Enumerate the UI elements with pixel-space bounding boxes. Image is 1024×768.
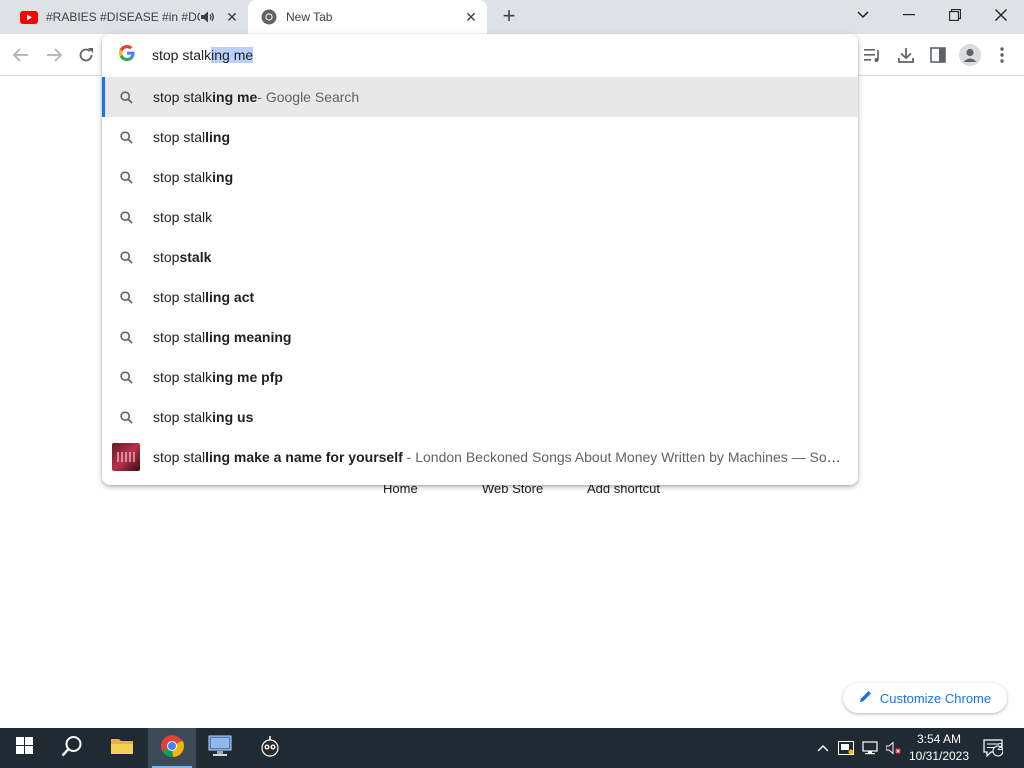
suggestion-bold-text: stalk [179,249,212,265]
omnibox-input[interactable]: stop stalk ing me [102,34,858,76]
speaker-icon[interactable] [200,9,216,25]
windows-taskbar: 3:54 AM 10/31/2023 2 [0,728,1024,768]
search-icon [118,249,134,265]
suggestion-item[interactable]: stop stalk [102,197,858,237]
taskbar-search-button[interactable] [48,728,96,768]
notification-count-badge: 2 [997,742,1003,753]
suggestion-bold-text: ling act [205,289,255,305]
action-center-button[interactable]: 2 [980,728,1006,768]
suggestion-item[interactable]: stop stalk ing me pfp [102,357,858,397]
windows-logo-icon [15,737,33,759]
suggestion-text: stop stalk [153,89,213,105]
chrome-icon [260,8,278,26]
tab-new-tab[interactable]: New Tab ✕ [248,0,487,34]
suggestion-text: stop stal [153,449,206,465]
album-thumbnail [112,443,140,471]
side-panel-icon[interactable] [926,43,950,67]
customize-label: Customize Chrome [879,690,992,706]
search-icon [118,409,134,425]
search-icon [118,329,134,345]
suggestion-text: stop stalk [153,169,213,185]
customize-chrome-button[interactable]: Customize Chrome [843,683,1007,713]
taskbar-clock[interactable]: 3:54 AM 10/31/2023 [906,731,972,765]
suggestion-item[interactable]: stop stal ling [102,117,858,157]
suggestion-line: stop stalling make a name for yourself -… [153,449,845,465]
suggestion-bold-text: ing us [212,409,254,425]
suggestion-text: stop stalk [153,209,213,225]
search-icon [118,169,134,185]
search-icon [61,735,83,762]
suggestion-text: stop stalk [153,409,213,425]
chrome-icon [160,734,184,763]
google-g-icon [118,45,136,65]
close-tab-icon[interactable]: ✕ [461,7,481,27]
youtube-icon [20,8,38,26]
suggestion-item[interactable]: stop stal ling act [102,277,858,317]
taskbar-app[interactable] [246,728,294,768]
forward-button[interactable] [43,44,65,66]
search-icon [118,129,134,145]
search-icon [118,89,134,105]
folder-icon [111,737,133,760]
omnibox-dropdown: stop stalk ing me stop stalk ing me - Goog… [102,34,858,485]
suggestion-text: stop stal [153,329,206,345]
omnibox-typed-text: stop stalk [152,47,212,63]
suggestion-item[interactable]: stop stalling make a name for yourself -… [102,437,858,477]
suggestion-text: stop stalk [153,369,213,385]
computer-icon [208,735,232,762]
suggestion-list: stop stalk ing me - Google Search stop st… [102,77,858,477]
suggestion-bold-text: ling [205,129,231,145]
omnibox-autocomplete-selection: ing me [211,47,254,63]
search-icon [118,369,134,385]
suggestion-text: stop stal [153,289,206,305]
suggestion-item[interactable]: stop stalk [102,237,858,277]
clock-time: 3:54 AM [916,732,962,746]
profile-avatar-icon[interactable] [958,43,982,67]
taskbar-chrome[interactable] [148,728,196,768]
suggestion-text: stop stal [153,129,206,145]
reading-list-icon[interactable] [861,43,885,67]
tab-youtube[interactable]: #RABIES #DISEASE #in #DO ✕ [8,0,248,34]
tray-volume-muted-icon[interactable] [884,728,904,768]
app-icon [259,735,281,762]
tab-strip: #RABIES #DISEASE #in #DO ✕ New Tab ✕ + [0,0,1024,34]
tray-overflow-chevron-icon[interactable] [814,728,832,768]
taskbar-file-explorer[interactable] [98,728,146,768]
suggestion-bold-text: ling meaning [205,329,292,345]
search-icon [118,209,134,225]
taskbar-computer-app[interactable] [196,728,244,768]
suggestion-item[interactable]: stop stal ling meaning [102,317,858,357]
suggestion-bold-text: ling make a name for yourself [205,449,403,465]
restore-button[interactable] [932,0,978,30]
suggestion-bold-text: ing [212,169,234,185]
suggestion-item[interactable]: stop stalk ing me - Google Search [102,77,858,117]
search-icon [118,289,134,305]
minimize-button[interactable] [886,0,932,30]
start-button[interactable] [0,728,48,768]
new-tab-button[interactable]: + [498,5,520,28]
tray-network-icon[interactable] [860,728,880,768]
tray-security-icon[interactable] [836,728,856,768]
pencil-icon [859,690,872,706]
close-window-button[interactable] [978,0,1024,30]
tab-title: New Tab [286,10,333,24]
suggestion-item[interactable]: stop stalk ing [102,157,858,197]
tab-title: #RABIES #DISEASE #in #DO [46,10,200,24]
suggestion-bold-text: ing me [212,89,258,105]
tab-search-icon[interactable] [840,0,886,30]
suggestion-bold-text: ing me pfp [212,369,283,385]
download-icon[interactable] [894,43,918,67]
suggestion-text: stop [153,249,180,265]
kebab-menu-icon[interactable] [990,43,1014,67]
suggestion-description: - London Beckoned Songs About Money Writ… [402,449,845,465]
reload-button[interactable] [75,44,97,66]
suggestion-item[interactable]: stop stalk ing us [102,397,858,437]
close-tab-icon[interactable]: ✕ [222,7,242,27]
back-button[interactable] [10,44,32,66]
clock-date: 10/31/2023 [908,749,970,763]
suggestion-description: - Google Search [257,89,360,105]
